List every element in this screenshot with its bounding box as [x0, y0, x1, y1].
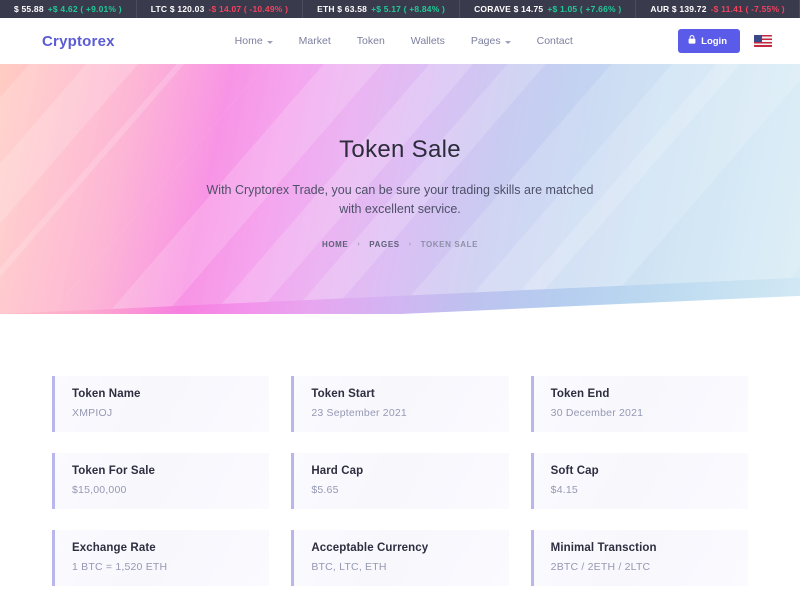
- main-navbar: Cryptorex Home Market Token Wallets Pages Con…: [0, 18, 800, 64]
- token-info-card: Exchange Rate 1 BTC = 1,520 ETH: [52, 530, 270, 586]
- token-info-card: Minimal Transction 2BTC / 2ETH / 2LTC: [530, 530, 748, 586]
- ticker-item[interactable]: LTC $ 120.03 -$ 14.07 ( -10.49% ): [137, 0, 304, 18]
- ticker-item[interactable]: $ 55.88 +$ 4.62 ( +9.01% ): [0, 0, 137, 18]
- breadcrumb-item[interactable]: PAGES: [369, 240, 399, 249]
- nav-link-label: Pages: [470, 35, 501, 47]
- breadcrumb-item: TOKEN SALE: [420, 239, 479, 249]
- hero-subtitle: With Cryptorex Trade, you can be sure yo…: [206, 183, 594, 217]
- ticker-symbol-price: ETH $ 63.58: [317, 4, 368, 14]
- token-info-card: Acceptable Currency BTC, LTC, ETH: [291, 530, 509, 586]
- breadcrumb-separator-icon: ›: [408, 240, 412, 248]
- chevron-down-icon: [504, 40, 511, 44]
- token-info-label: Token End: [550, 388, 610, 400]
- token-info-label: Acceptable Currency: [311, 542, 429, 554]
- navbar-right-actions: Login: [678, 29, 772, 53]
- ticker-change: -$ 11.41 ( -7.55% ): [710, 4, 785, 14]
- ticker-change: +$ 4.62 ( +9.01% ): [47, 4, 122, 14]
- ticker-change: -$ 14.07 ( -10.49% ): [208, 4, 289, 14]
- brand-logo[interactable]: Cryptorex: [42, 33, 115, 50]
- hero-content: Token Sale With Cryptorex Trade, you can…: [0, 64, 800, 249]
- crypto-ticker-bar: $ 55.88 +$ 4.62 ( +9.01% ) LTC $ 120.03 -$ …: [0, 0, 800, 18]
- token-info-value: 30 December 2021: [550, 407, 644, 419]
- breadcrumb-item[interactable]: HOME: [322, 240, 348, 249]
- token-info-label: Exchange Rate: [72, 542, 156, 554]
- page-title: Token Sale: [339, 136, 461, 163]
- token-info-label: Soft Cap: [550, 465, 599, 477]
- token-info-value: 2BTC / 2ETH / 2LTC: [550, 561, 651, 573]
- breadcrumb-separator-icon: ›: [357, 240, 361, 248]
- ticker-track: $ 55.88 +$ 4.62 ( +9.01% ) LTC $ 120.03 -$ …: [0, 0, 800, 18]
- nav-link-contact[interactable]: Contact: [537, 35, 573, 47]
- token-info-value: $4.15: [550, 484, 578, 496]
- ticker-item[interactable]: ETH $ 63.58 +$ 5.17 ( +8.84% ): [303, 0, 461, 18]
- hero-banner: Token Sale With Cryptorex Trade, you can…: [0, 64, 800, 314]
- token-info-label: Minimal Transction: [550, 542, 657, 554]
- token-info-card: Token Name XMPIOJ: [52, 376, 270, 432]
- nav-link-label: Wallets: [410, 35, 445, 47]
- ticker-symbol-price: CORAVE $ 14.75: [474, 4, 544, 14]
- token-info-value: 23 September 2021: [311, 407, 407, 419]
- login-button-label: Login: [701, 35, 727, 47]
- nav-link-home[interactable]: Home: [235, 35, 273, 47]
- token-info-label: Token For Sale: [72, 465, 155, 477]
- nav-link-label: Token: [356, 35, 385, 47]
- nav-link-label: Market: [298, 35, 331, 47]
- token-info-card: Token End 30 December 2021: [530, 376, 748, 432]
- token-info-card: Token For Sale $15,00,000: [52, 453, 270, 509]
- us-flag-icon[interactable]: [754, 35, 772, 47]
- nav-link-token[interactable]: Token: [357, 35, 385, 47]
- nav-link-wallets[interactable]: Wallets: [411, 35, 445, 47]
- ticker-symbol-price: $ 55.88: [14, 4, 44, 14]
- token-info-label: Token Start: [311, 388, 375, 400]
- token-info-value: 1 BTC = 1,520 ETH: [72, 561, 168, 573]
- token-info-label: Hard Cap: [311, 465, 364, 477]
- ticker-symbol-price: LTC $ 120.03: [150, 4, 205, 14]
- ticker-symbol-price: AUR $ 139.72: [650, 4, 707, 14]
- ticker-item[interactable]: CORAVE $ 14.75 +$ 1.05 ( +7.66% ): [460, 0, 637, 18]
- token-info-value: BTC, LTC, ETH: [311, 561, 387, 573]
- flag-canton: [754, 35, 762, 42]
- token-sale-section: Token Name XMPIOJ Token Start 23 September …: [0, 314, 800, 586]
- token-info-value: $15,00,000: [72, 484, 127, 496]
- breadcrumb: HOME › PAGES › TOKEN SALE: [0, 240, 800, 249]
- token-info-label: Token Name: [72, 388, 141, 400]
- login-button[interactable]: Login: [678, 29, 740, 53]
- ticker-change: +$ 5.17 ( +8.84% ): [371, 4, 446, 14]
- nav-link-label: Contact: [536, 35, 573, 47]
- token-info-card: Token Start 23 September 2021: [291, 376, 509, 432]
- nav-link-label: Home: [234, 35, 263, 47]
- token-info-card: Soft Cap $4.15: [530, 453, 748, 509]
- ticker-item[interactable]: AUR $ 139.72 -$ 11.41 ( -7.55% ): [636, 0, 800, 18]
- token-sale-card-grid: Token Name XMPIOJ Token Start 23 September …: [52, 376, 748, 586]
- ticker-change: +$ 1.05 ( +7.66% ): [547, 4, 622, 14]
- lock-icon: [688, 35, 696, 47]
- nav-link-market[interactable]: Market: [299, 35, 331, 47]
- nav-link-pages[interactable]: Pages: [471, 35, 511, 47]
- token-info-card: Hard Cap $5.65: [291, 453, 509, 509]
- token-info-value: XMPIOJ: [72, 407, 113, 419]
- chevron-down-icon: [266, 40, 273, 44]
- token-info-value: $5.65: [311, 484, 339, 496]
- nav-links: Home Market Token Wallets Pages Contact: [235, 35, 573, 47]
